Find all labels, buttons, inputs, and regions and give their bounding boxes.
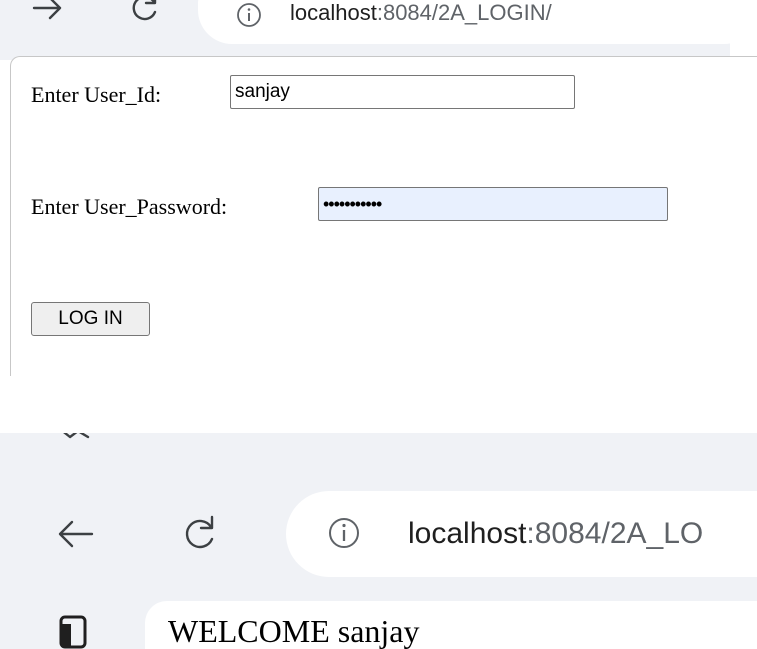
user-id-input[interactable]: sanjay <box>230 75 575 109</box>
password-input[interactable]: ••••••••••• <box>318 187 668 221</box>
url-path: :8084/2A_LO <box>526 517 704 550</box>
arrow-forward-icon[interactable] <box>28 0 68 28</box>
reload-icon[interactable] <box>176 511 222 557</box>
welcome-screenshot: localhost:8084/2A_LO WELCOME sanjay <box>0 433 757 649</box>
login-button[interactable]: LOG IN <box>31 302 150 336</box>
sidebar-panel-icon[interactable] <box>58 614 88 649</box>
login-screenshot: localhost:8084/2A_LOGIN/ Enter User_Id: … <box>0 0 757 377</box>
user-id-label: Enter User_Id: <box>31 82 162 107</box>
page-content: Enter User_Id: sanjay Enter User_Passwor… <box>10 56 757 377</box>
screenshot-collage: localhost:8084/2A_LOGIN/ Enter User_Id: … <box>0 0 757 649</box>
address-url[interactable]: localhost:8084/2A_LO <box>408 514 703 554</box>
separator <box>0 376 757 433</box>
info-icon[interactable] <box>326 515 362 551</box>
info-icon[interactable] <box>234 0 264 30</box>
arrow-back-icon[interactable] <box>52 511 98 557</box>
url-path: :8084/2A_LOGIN/ <box>376 0 552 25</box>
reload-icon[interactable] <box>124 0 164 28</box>
welcome-message: WELCOME sanjay <box>168 613 420 649</box>
url-host: localhost <box>408 517 527 550</box>
password-label: Enter User_Password: <box>31 194 228 219</box>
address-url[interactable]: localhost:8084/2A_LOGIN/ <box>290 0 552 28</box>
url-host: localhost <box>290 0 377 25</box>
extension-icon[interactable] <box>56 433 92 443</box>
